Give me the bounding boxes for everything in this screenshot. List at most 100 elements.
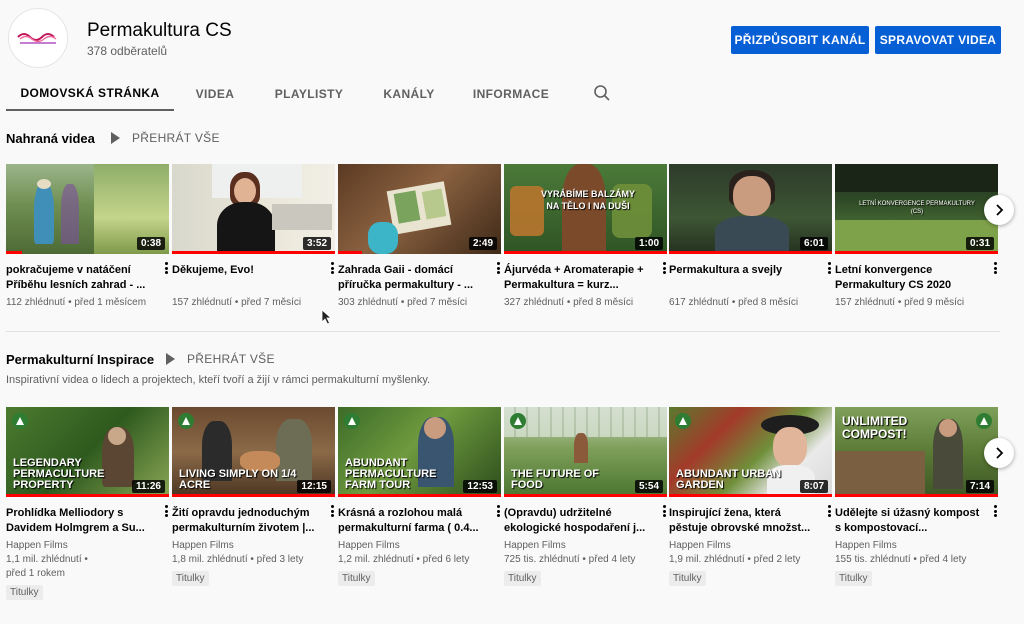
video-thumbnail[interactable]: UNLIMITED COMPOST! 7:14 (835, 407, 998, 497)
more-vert-icon[interactable] (659, 261, 669, 275)
video-thumbnail[interactable]: LETNÍ KONVERGENCE PERMAKULTURY (CS) 0:31 (835, 164, 998, 254)
tab-channels[interactable]: KANÁLY (372, 76, 446, 111)
video-thumbnail[interactable]: LEGENDARY PERMACULTURE PROPERTY 11:26 (6, 407, 169, 497)
more-vert-icon[interactable] (161, 261, 171, 275)
video-title[interactable]: (Opravdu) udržitelné ekologické hospodař… (504, 506, 654, 536)
tab-about[interactable]: INFORMACE (466, 76, 556, 111)
watched-progress-bar (172, 251, 335, 254)
view-count: 157 zhlédnutí (172, 297, 233, 308)
view-count: 303 zhlédnutí (338, 297, 399, 308)
shelf-title-inspiration[interactable]: Permakulturní Inspirace (6, 352, 154, 367)
channel-link[interactable]: Happen Films (172, 539, 335, 553)
video-title[interactable]: Permakultura a svejly (669, 263, 819, 293)
shelf-divider (6, 331, 1000, 332)
view-count: 1,9 mil. zhlédnutí (669, 554, 745, 565)
video-card[interactable]: UNLIMITED COMPOST! 7:14 Udělejte si úžas… (835, 407, 998, 586)
permakultura-logo-icon (17, 33, 57, 44)
video-card[interactable]: LIVING SIMPLY ON 1/4 ACRE 12:15 Žití opr… (172, 407, 335, 586)
video-thumbnail[interactable]: LIVING SIMPLY ON 1/4 ACRE 12:15 (172, 407, 335, 497)
video-meta: Happen Films 1,8 mil. zhlédnutí • před 3… (172, 539, 335, 567)
video-card[interactable]: ABUNDANT URBAN GARDEN 8:07 Inspirující ž… (669, 407, 832, 586)
video-thumbnail[interactable]: ABUNDANT PERMACULTURE FARM TOUR 12:53 (338, 407, 501, 497)
video-thumbnail[interactable]: ABUNDANT URBAN GARDEN 8:07 (669, 407, 832, 497)
video-card[interactable]: VYRÁBÍME BALZÁMY NA TĚLO I NA DUŠI 1:00 … (504, 164, 667, 310)
video-title[interactable]: Krásná a rozlohou malá permakulturní far… (338, 506, 488, 536)
play-all-inspiration-button[interactable]: PŘEHRÁT VŠE (166, 352, 275, 366)
video-meta: Happen Films 1,2 mil. zhlédnutí • před 6… (338, 539, 501, 567)
more-vert-icon[interactable] (990, 261, 1000, 275)
more-vert-icon[interactable] (327, 504, 337, 518)
watched-progress-bar (504, 494, 667, 497)
upload-age: před 1 rokem (6, 568, 65, 579)
tree-badge-icon (12, 413, 28, 429)
video-duration: 7:14 (965, 480, 994, 493)
customize-channel-button[interactable]: PŘIZPŮSOBIT KANÁL (731, 26, 869, 54)
thumbnail-overlay-text: UNLIMITED COMPOST! (842, 414, 908, 441)
channel-avatar[interactable] (8, 8, 68, 68)
more-vert-icon[interactable] (824, 261, 834, 275)
more-vert-icon[interactable] (990, 504, 1000, 518)
watched-progress-bar (6, 494, 169, 497)
channel-link[interactable]: Happen Films (835, 539, 998, 553)
video-title[interactable]: Udělejte si úžasný kompost s kompostovac… (835, 506, 985, 536)
tab-playlists[interactable]: PLAYLISTY (266, 76, 352, 111)
play-all-label: PŘEHRÁT VŠE (132, 131, 220, 145)
channel-header: Permakultura CS 378 odběratelů PŘIZPŮSOB… (0, 0, 1024, 112)
tree-badge-icon (510, 413, 526, 429)
channel-link[interactable]: Happen Films (338, 539, 501, 553)
video-title[interactable]: pokračujeme v natáčení Příběhu lesních z… (6, 263, 156, 293)
video-title[interactable]: Prohlídka Melliodory s Davidem Holmgrem … (6, 506, 156, 536)
more-vert-icon[interactable] (493, 261, 503, 275)
video-thumbnail[interactable]: 2:49 (338, 164, 501, 254)
video-thumbnail[interactable]: 0:38 (6, 164, 169, 254)
more-vert-icon[interactable] (659, 504, 669, 518)
video-title[interactable]: Ájurvéda + Aromaterapie + Permakultura =… (504, 263, 654, 293)
channel-name: Permakultura CS (87, 20, 232, 41)
tab-videos[interactable]: VIDEA (184, 76, 246, 111)
next-uploads-button[interactable] (984, 195, 1014, 225)
more-vert-icon[interactable] (824, 504, 834, 518)
tree-badge-icon (976, 413, 992, 429)
video-thumbnail[interactable]: VYRÁBÍME BALZÁMY NA TĚLO I NA DUŠI 1:00 (504, 164, 667, 254)
video-thumbnail[interactable]: THE FUTURE OF FOOD 5:54 (504, 407, 667, 497)
play-all-uploads-button[interactable]: PŘEHRÁT VŠE (111, 131, 220, 145)
video-title[interactable]: Děkujeme, Evo! (172, 263, 322, 293)
next-inspiration-button[interactable] (984, 438, 1014, 468)
subscriber-count: 378 odběratelů (87, 44, 168, 58)
manage-videos-button[interactable]: SPRAVOVAT VIDEA (875, 26, 1001, 54)
video-card[interactable]: ABUNDANT PERMACULTURE FARM TOUR 12:53 Kr… (338, 407, 501, 586)
video-card[interactable]: THE FUTURE OF FOOD 5:54 (Opravdu) udržit… (504, 407, 667, 586)
view-count: 1,2 mil. zhlédnutí (338, 554, 414, 565)
tree-badge-icon (675, 413, 691, 429)
tab-home[interactable]: DOMOVSKÁ STRÁNKA (6, 76, 174, 111)
video-title[interactable]: Zahrada Gaii - domácí příručka permakult… (338, 263, 488, 293)
upload-age: před 9 měsíci (904, 297, 965, 308)
video-duration: 8:07 (799, 480, 828, 493)
video-card[interactable]: LETNÍ KONVERGENCE PERMAKULTURY (CS) 0:31… (835, 164, 998, 310)
more-vert-icon[interactable] (493, 504, 503, 518)
video-title[interactable]: Letní konvergence Permakultury CS 2020 (835, 263, 985, 293)
video-card[interactable]: LEGENDARY PERMACULTURE PROPERTY 11:26 Pr… (6, 407, 169, 600)
search-icon[interactable] (593, 84, 611, 102)
subtitles-badge: Titulky (6, 585, 43, 600)
more-vert-icon[interactable] (327, 261, 337, 275)
more-vert-icon[interactable] (161, 504, 171, 518)
video-card[interactable]: 6:01 Permakultura a svejly 617 zhlédnutí… (669, 164, 832, 310)
channel-link[interactable]: Happen Films (504, 539, 667, 553)
channel-link[interactable]: Happen Films (669, 539, 832, 553)
thumbnail-overlay-text: THE FUTURE OF FOOD (511, 468, 599, 491)
video-card[interactable]: 0:38 pokračujeme v natáčení Příběhu lesn… (6, 164, 169, 310)
video-title[interactable]: Inspirující žena, která pěstuje obrovské… (669, 506, 819, 536)
tree-badge-icon (344, 413, 360, 429)
subtitles-badge: Titulky (172, 571, 209, 586)
video-meta: 617 zhlédnutí • před 8 měsíci (669, 297, 799, 308)
video-card[interactable]: 2:49 Zahrada Gaii - domácí příručka perm… (338, 164, 501, 310)
video-thumbnail[interactable]: 6:01 (669, 164, 832, 254)
video-thumbnail[interactable]: 3:52 (172, 164, 335, 254)
video-title[interactable]: Žití opravdu jednoduchým permakulturním … (172, 506, 322, 536)
shelf-title-uploads[interactable]: Nahraná videa (6, 131, 95, 146)
video-meta: 303 zhlédnutí • před 7 měsíci (338, 297, 468, 308)
channel-link[interactable]: Happen Films (6, 539, 169, 553)
channel-home-content: Nahraná videa PŘEHRÁT VŠE 0:38 pokračuje… (0, 112, 1024, 624)
video-card[interactable]: 3:52 Děkujeme, Evo! 157 zhlédnutí • před… (172, 164, 335, 310)
